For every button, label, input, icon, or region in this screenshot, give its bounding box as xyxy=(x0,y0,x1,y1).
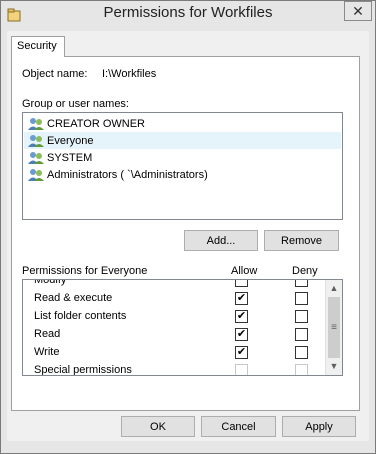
group-names-label: Group or user names: xyxy=(22,98,129,110)
list-item-label: CREATOR OWNER xyxy=(47,117,145,130)
window-title: Permissions for Workfiles xyxy=(103,4,273,21)
permission-name: Read xyxy=(34,328,61,340)
permission-name: List folder contents xyxy=(34,310,127,322)
deny-checkbox[interactable] xyxy=(295,328,308,341)
user-group-icon xyxy=(28,117,44,130)
allow-checkbox[interactable] xyxy=(235,280,248,287)
permission-name: Special permissions xyxy=(34,364,132,376)
allow-checkbox[interactable]: ✔ xyxy=(235,346,248,359)
ok-button[interactable]: OK xyxy=(121,416,195,437)
object-name-label: Object name: xyxy=(22,68,88,80)
apply-button[interactable]: Apply xyxy=(282,416,356,437)
permissions-list: Special permissions Write ✔ Read ✔ List folde… xyxy=(22,279,343,376)
object-name-value: I:\Workfiles xyxy=(102,68,157,80)
deny-checkbox[interactable] xyxy=(295,310,308,323)
deny-checkbox[interactable] xyxy=(295,346,308,359)
check-icon: ✔ xyxy=(236,346,247,358)
allow-header: Allow xyxy=(231,265,258,277)
scroll-down-icon[interactable]: ▼ xyxy=(326,358,342,374)
allow-checkbox[interactable]: ✔ xyxy=(235,310,248,323)
group-user-list[interactable]: CREATOR OWNER Everyone SYSTEM Administrator… xyxy=(22,112,343,220)
permissions-dialog: Permissions for Workfiles ✕ Security Obj… xyxy=(0,0,376,454)
title-bar[interactable]: Permissions for Workfiles ✕ xyxy=(1,1,375,31)
permission-row: List folder contents ✔ xyxy=(23,308,325,326)
user-group-icon xyxy=(28,134,44,147)
user-group-icon xyxy=(28,151,44,164)
check-icon: ✔ xyxy=(236,310,247,322)
list-item[interactable]: CREATOR OWNER xyxy=(24,115,341,132)
permissions-scrollbar[interactable]: ▲ ≡ ▼ xyxy=(325,280,342,375)
deny-checkbox[interactable] xyxy=(295,292,308,305)
permissions-label: Permissions for Everyone xyxy=(22,265,148,277)
permission-row: Read ✔ xyxy=(23,326,325,344)
list-item[interactable]: SYSTEM xyxy=(24,149,341,166)
user-group-icon xyxy=(28,168,44,181)
allow-checkbox[interactable] xyxy=(235,364,248,375)
permission-row: Write ✔ xyxy=(23,344,325,362)
close-button[interactable]: ✕ xyxy=(344,1,372,21)
tab-security[interactable]: Security xyxy=(11,36,65,57)
security-tab-panel: Object name: I:\Workfiles Group or user … xyxy=(11,56,360,411)
check-icon: ✔ xyxy=(236,328,247,340)
deny-checkbox[interactable] xyxy=(295,280,308,287)
permission-row: Modify xyxy=(23,279,325,290)
add-button[interactable]: Add... xyxy=(184,230,258,251)
deny-checkbox[interactable] xyxy=(295,364,308,375)
close-icon: ✕ xyxy=(352,2,364,19)
permission-name: Modify xyxy=(34,279,67,286)
scrollbar-thumb[interactable]: ≡ xyxy=(328,297,340,358)
permission-row: Special permissions xyxy=(23,362,325,376)
list-item-label: Administrators ( `\Administrators) xyxy=(47,168,208,181)
scroll-up-icon[interactable]: ▲ xyxy=(326,280,342,296)
permission-row: Read & execute ✔ xyxy=(23,290,325,308)
list-item-label: Everyone xyxy=(47,134,94,147)
list-item[interactable]: Everyone xyxy=(24,132,341,149)
list-item[interactable]: Administrators ( `\Administrators) xyxy=(24,166,341,183)
allow-checkbox[interactable]: ✔ xyxy=(235,328,248,341)
deny-header: Deny xyxy=(292,265,318,277)
cancel-button[interactable]: Cancel xyxy=(201,416,276,437)
remove-button[interactable]: Remove xyxy=(264,230,339,251)
dialog-body: Security Object name: I:\Workfiles Group… xyxy=(7,31,369,441)
permission-name: Read & execute xyxy=(34,292,113,304)
scroll-grip-icon: ≡ xyxy=(331,322,337,333)
permission-name: Write xyxy=(34,346,60,358)
allow-checkbox[interactable]: ✔ xyxy=(235,292,248,305)
list-item-label: SYSTEM xyxy=(47,151,93,164)
check-icon: ✔ xyxy=(236,292,247,304)
